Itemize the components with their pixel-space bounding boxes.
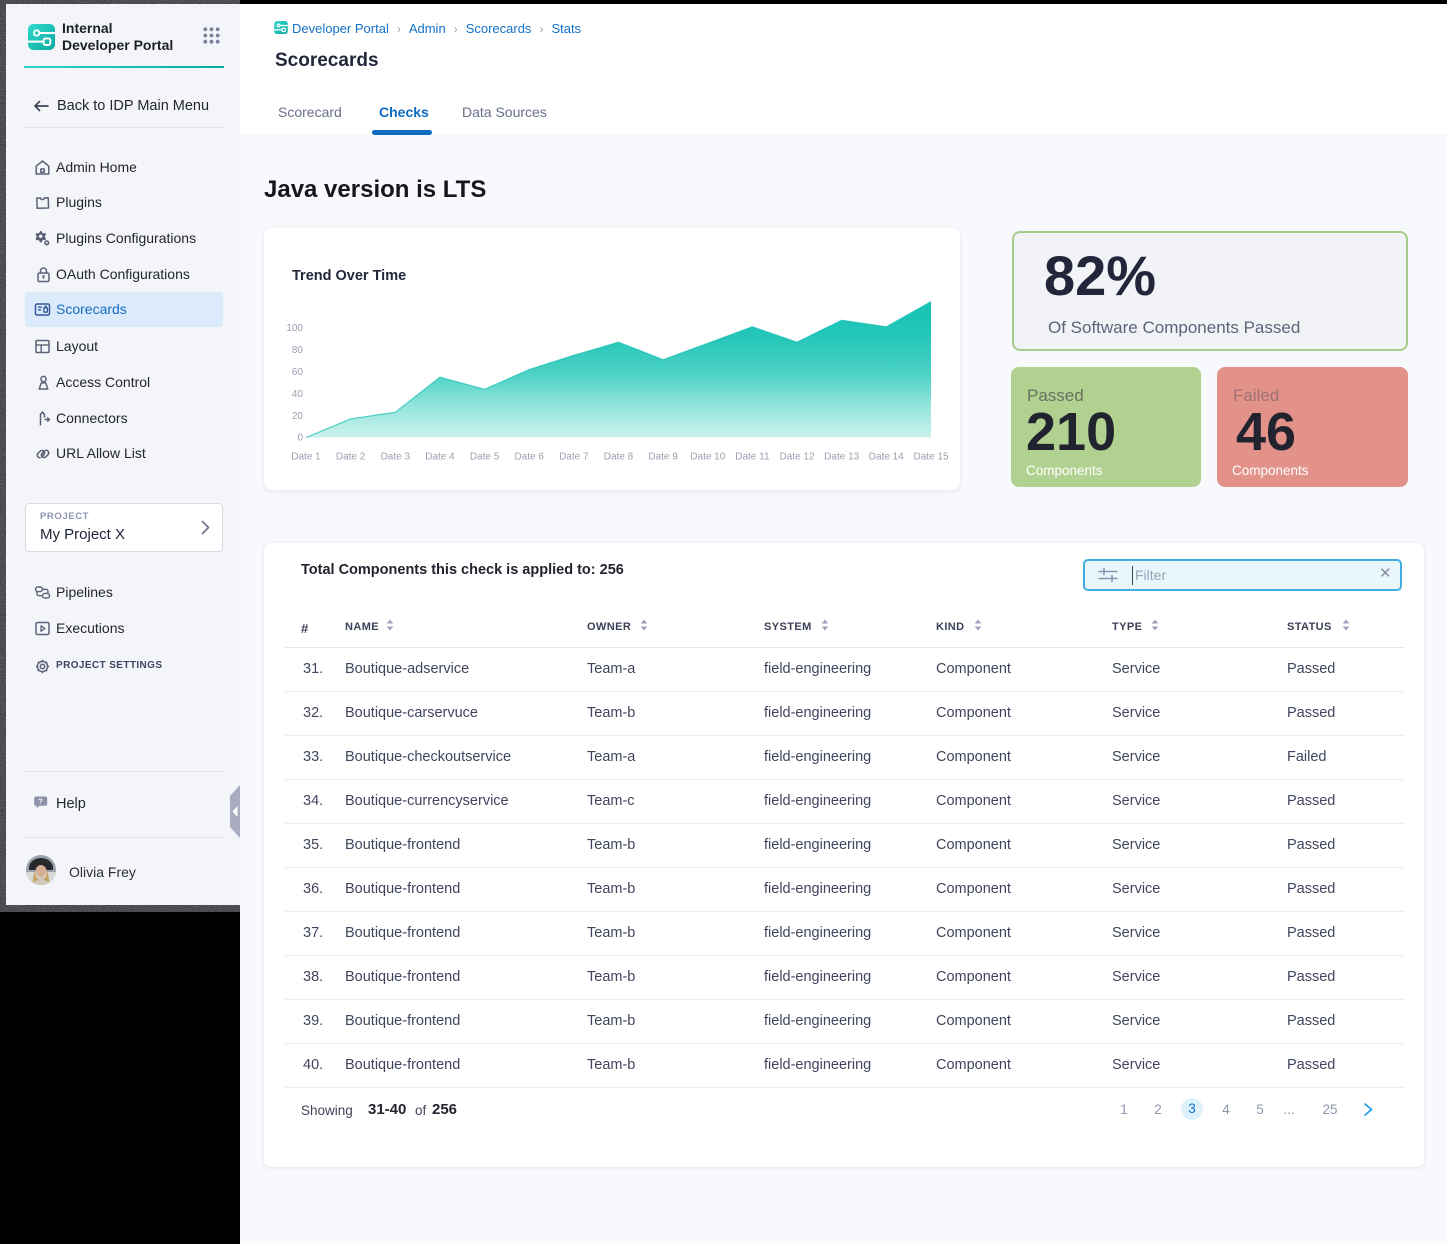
svg-text:80: 80 xyxy=(292,345,304,356)
svg-text:Date 14: Date 14 xyxy=(869,452,904,463)
svg-text:Date 13: Date 13 xyxy=(824,452,859,463)
svg-text:?: ? xyxy=(38,797,43,806)
svg-text:Date 3: Date 3 xyxy=(381,452,411,463)
svg-text:Date 8: Date 8 xyxy=(604,452,634,463)
svg-text:Date 7: Date 7 xyxy=(559,452,589,463)
svg-text:Date 1: Date 1 xyxy=(291,452,321,463)
svg-text:100: 100 xyxy=(286,323,303,334)
svg-text:0: 0 xyxy=(297,433,303,444)
svg-text:60: 60 xyxy=(292,367,304,378)
svg-text:40: 40 xyxy=(292,389,304,400)
svg-text:Date 11: Date 11 xyxy=(735,452,770,463)
svg-text:Date 2: Date 2 xyxy=(336,452,366,463)
svg-text:Date 10: Date 10 xyxy=(690,452,725,463)
svg-text:Date 12: Date 12 xyxy=(779,452,814,463)
svg-text:Date 9: Date 9 xyxy=(648,452,678,463)
svg-text:Date 6: Date 6 xyxy=(514,452,544,463)
svg-text:Date 4: Date 4 xyxy=(425,452,455,463)
svg-text:Date 15: Date 15 xyxy=(913,452,948,463)
svg-text:20: 20 xyxy=(292,411,304,422)
svg-text:Date 5: Date 5 xyxy=(470,452,500,463)
